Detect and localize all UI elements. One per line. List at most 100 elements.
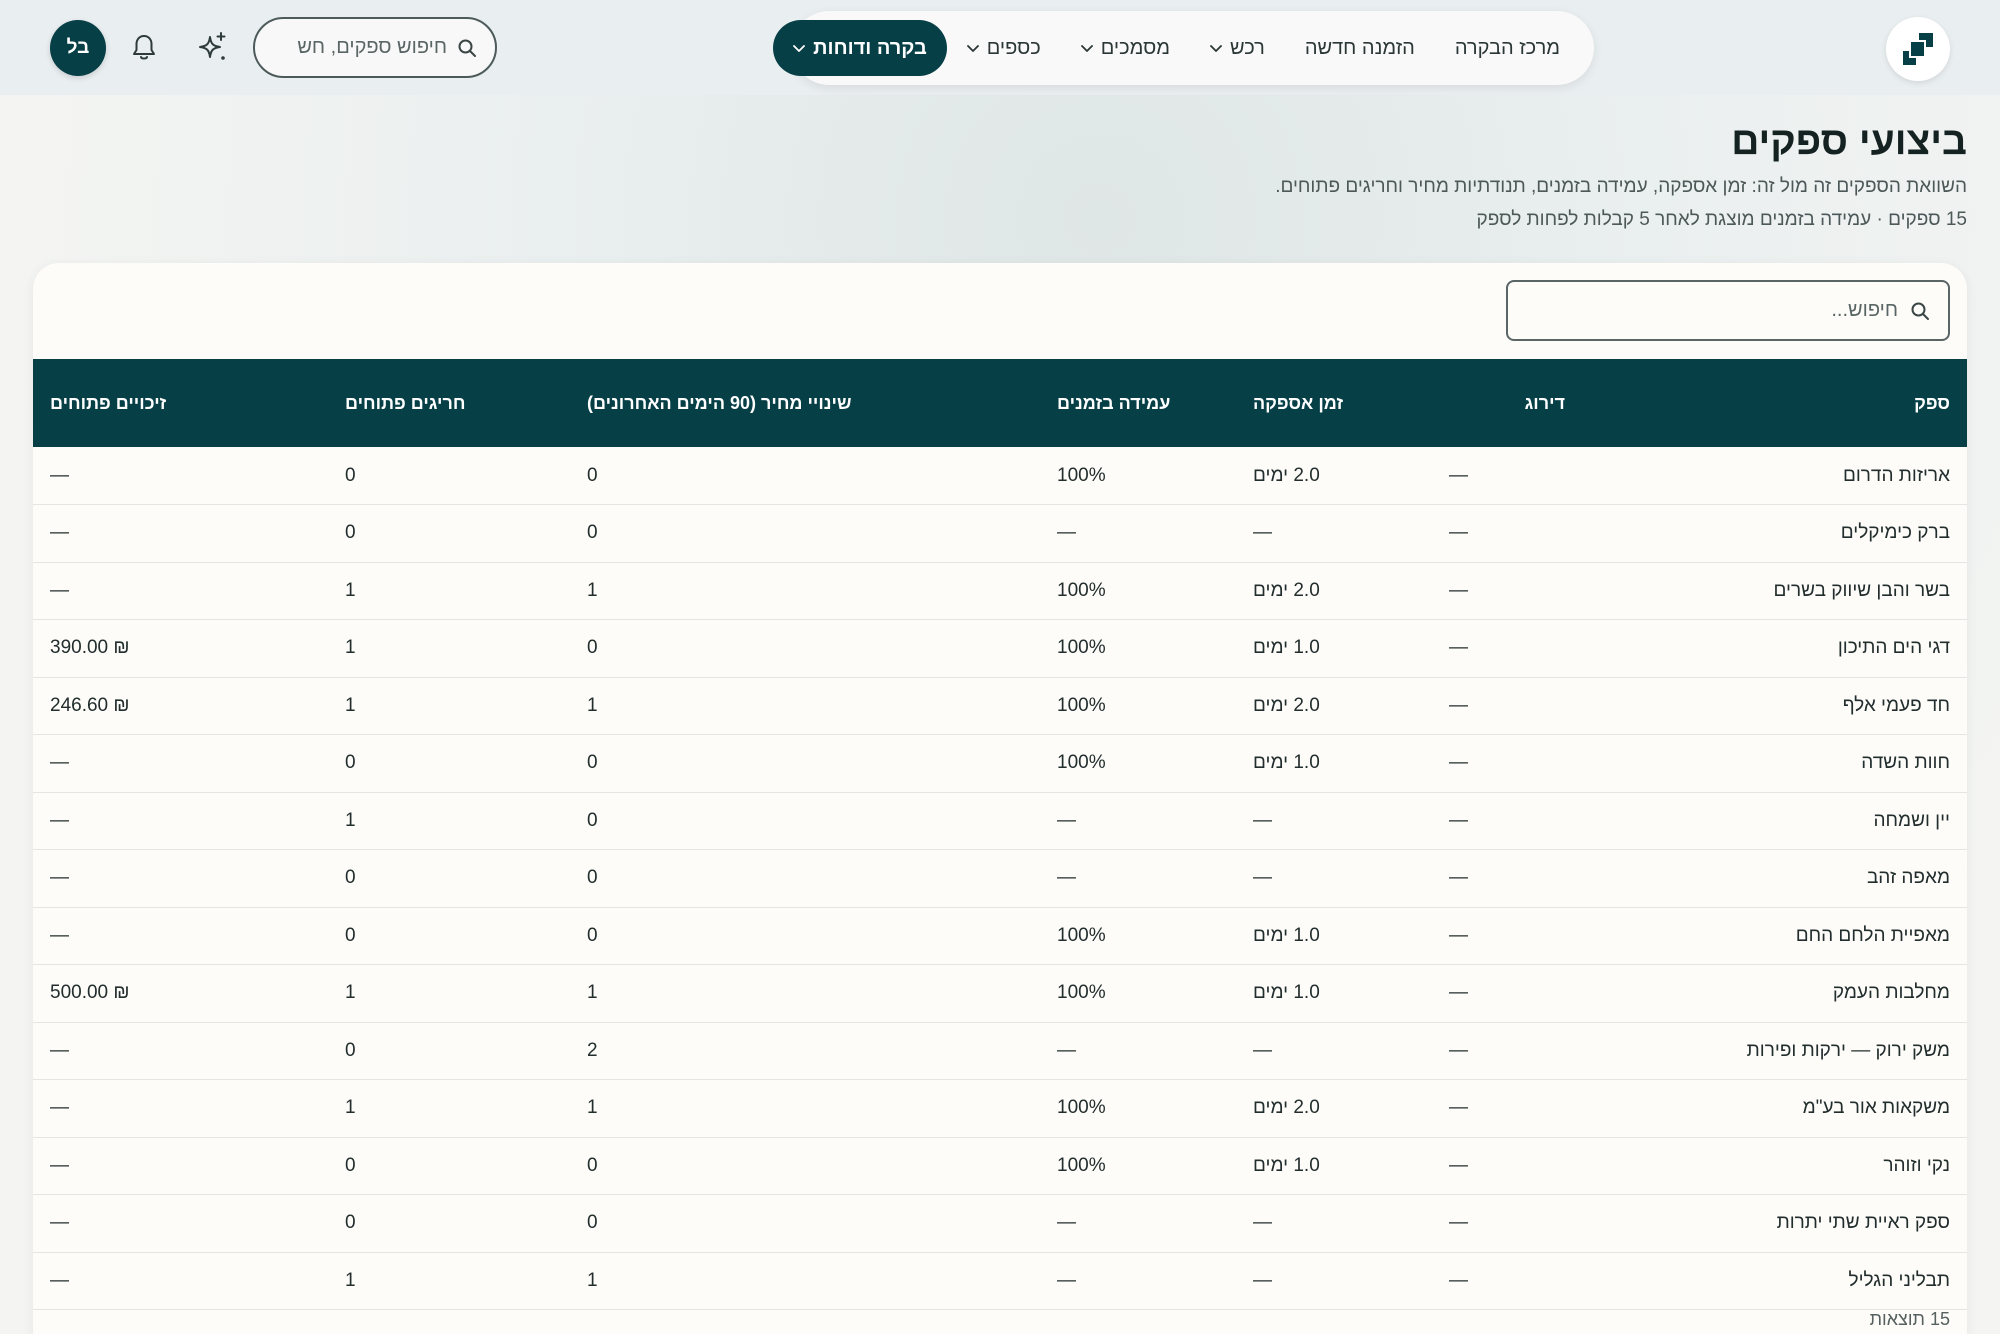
cell-supplier: מאפה זהב: [1866, 867, 1950, 889]
cell-price-change: 0: [587, 637, 598, 659]
nav-item-4[interactable]: כספים: [947, 20, 1061, 76]
cell-rating: —: [1449, 752, 1468, 774]
global-search-input[interactable]: [287, 36, 447, 59]
ai-sparkle-button[interactable]: [191, 25, 235, 69]
cell-supplier: אריזות הדרום: [1842, 464, 1950, 486]
cell-exceptions: 0: [345, 464, 356, 486]
cell-exceptions: 1: [345, 579, 356, 601]
cell-lead-time: —: [1253, 1039, 1272, 1061]
column-header-rating[interactable]: דירוג: [1432, 359, 1582, 447]
search-icon: [1911, 302, 1929, 320]
nav-item-label: הזמנה חדשה: [1304, 36, 1415, 59]
cell-on-time: 100%: [1057, 1154, 1106, 1176]
table-row[interactable]: מאפיית הלחם החם — 1.0 ימים 100% 0 0 —: [33, 907, 1967, 965]
table-row[interactable]: משקאות אור בע"מ — 2.0 ימים 100% 1 1 —: [33, 1080, 1967, 1137]
cell-supplier: ברק כימיקלים: [1840, 522, 1950, 544]
nav-item-label: כספים: [986, 36, 1041, 59]
column-header-on-time[interactable]: עמידה בזמנים: [1040, 359, 1236, 447]
cell-rating: —: [1449, 1212, 1468, 1234]
cell-rating: —: [1449, 924, 1468, 946]
cell-supplier: ספק ראיית שתי יתרות: [1776, 1212, 1950, 1234]
notifications-button[interactable]: [122, 25, 166, 69]
table-row[interactable]: חד פעמי אלף — 2.0 ימים 100% 1 1 ₪ 246.60: [33, 677, 1967, 735]
cell-price-change: 2: [587, 1039, 598, 1061]
cell-lead-time: —: [1253, 1212, 1272, 1234]
nav-item-1[interactable]: הזמנה חדשה: [1285, 20, 1435, 76]
cell-exceptions: 1: [345, 694, 356, 716]
table-search[interactable]: [1506, 280, 1950, 341]
cell-supplier: מאפיית הלחם החם: [1795, 924, 1950, 946]
nav-item-label: בקרה ודוחות: [813, 36, 927, 59]
cell-price-change: 1: [587, 1097, 598, 1119]
cell-supplier: תבליני הגליל: [1848, 1269, 1951, 1291]
cell-price-change: 0: [587, 809, 598, 831]
cell-on-time: 100%: [1057, 924, 1106, 946]
cell-lead-time: —: [1253, 1269, 1272, 1291]
table-row[interactable]: ספק ראיית שתי יתרות — — — 0 0 —: [33, 1195, 1967, 1252]
table-row[interactable]: משק ירוק — ירקות ופירות — — — 2 0 —: [33, 1022, 1967, 1080]
cell-exceptions: 0: [345, 522, 356, 544]
column-header-price-change[interactable]: שינויי מחיר (90 הימים האחרונים): [570, 359, 1040, 447]
table-search-input[interactable]: [1526, 299, 1898, 322]
table-row[interactable]: יין ושמחה — — — 0 1 —: [33, 792, 1967, 850]
nav-item-2[interactable]: רכש: [1190, 20, 1285, 76]
cell-rating: —: [1449, 1269, 1468, 1291]
cell-supplier: בשר והבן שיווק בשרים: [1773, 579, 1950, 601]
cell-rating: —: [1449, 1097, 1468, 1119]
cell-on-time: —: [1057, 1039, 1076, 1061]
cell-on-time: 100%: [1057, 752, 1106, 774]
cell-rating: —: [1449, 522, 1468, 544]
cell-price-change: 1: [587, 1269, 598, 1291]
app-logo[interactable]: [1886, 17, 1950, 81]
cell-credits: —: [50, 522, 69, 544]
cell-on-time: —: [1057, 522, 1076, 544]
cell-on-time: 100%: [1057, 637, 1106, 659]
cell-lead-time: 2.0 ימים: [1253, 694, 1320, 716]
column-header-lead-time[interactable]: זמן אספקה: [1236, 359, 1432, 447]
cell-lead-time: 2.0 ימים: [1253, 1097, 1320, 1119]
cell-lead-time: 1.0 ימים: [1253, 1154, 1320, 1176]
cell-exceptions: 0: [345, 867, 356, 889]
cell-on-time: 100%: [1057, 694, 1106, 716]
table-row[interactable]: ברק כימיקלים — — — 0 0 —: [33, 505, 1967, 562]
cell-exceptions: 1: [345, 637, 356, 659]
table-row[interactable]: מאפה זהב — — — 0 0 —: [33, 850, 1967, 907]
column-header-supplier[interactable]: ספק: [1582, 359, 1967, 447]
table-row[interactable]: דגי הים התיכון — 1.0 ימים 100% 0 1 ₪ 390.00: [33, 620, 1967, 677]
table-row[interactable]: תבליני הגליל — — — 1 1 —: [33, 1252, 1967, 1310]
user-avatar[interactable]: בל: [50, 20, 106, 76]
column-header-exceptions[interactable]: חריגים פתוחים: [328, 359, 570, 447]
cell-supplier: דגי הים התיכון: [1837, 637, 1950, 659]
cell-on-time: 100%: [1057, 982, 1106, 1004]
nav-item-0[interactable]: מרכז הבקרה: [1435, 20, 1580, 76]
cell-exceptions: 0: [345, 752, 356, 774]
nav-item-5[interactable]: בקרה ודוחות: [773, 20, 947, 76]
top-navigation-bar: מרכז הבקרה הזמנה חדשה רכש מסמכים כספים בקרה ו…: [0, 0, 2000, 95]
cell-lead-time: 1.0 ימים: [1253, 982, 1320, 1004]
cell-credits: —: [50, 1154, 69, 1176]
table-row[interactable]: בשר והבן שיווק בשרים — 2.0 ימים 100% 1 1 —: [33, 562, 1967, 620]
global-search[interactable]: [253, 17, 497, 78]
main-nav: מרכז הבקרה הזמנה חדשה רכש מסמכים כספים בקרה ו…: [773, 11, 1594, 85]
cell-credits: —: [50, 809, 69, 831]
table-row[interactable]: נקי וזוהר — 1.0 ימים 100% 0 0 —: [33, 1137, 1967, 1195]
nav-item-label: מסמכים: [1100, 36, 1171, 59]
cell-price-change: 1: [587, 982, 598, 1004]
cell-exceptions: 0: [345, 924, 356, 946]
cell-credits: ₪ 390.00: [50, 637, 130, 659]
cell-lead-time: 1.0 ימים: [1253, 924, 1320, 946]
cell-rating: —: [1449, 579, 1468, 601]
nav-item-3[interactable]: מסמכים: [1061, 20, 1190, 76]
table-row[interactable]: חוות השדה — 1.0 ימים 100% 0 0 —: [33, 735, 1967, 792]
cell-price-change: 0: [587, 752, 598, 774]
table-row[interactable]: מחלבות העמק — 1.0 ימים 100% 1 1 ₪ 500.00: [33, 965, 1967, 1022]
cell-credits: —: [50, 752, 69, 774]
cell-credits: —: [50, 924, 69, 946]
cell-rating: —: [1449, 1154, 1468, 1176]
table-row[interactable]: אריזות הדרום — 2.0 ימים 100% 0 0 —: [33, 447, 1967, 505]
cell-exceptions: 0: [345, 1212, 356, 1234]
column-header-credits[interactable]: זיכויים פתוחים: [33, 359, 328, 447]
cell-lead-time: 1.0 ימים: [1253, 752, 1320, 774]
nav-item-label: רכש: [1230, 36, 1265, 59]
cell-lead-time: —: [1253, 522, 1272, 544]
